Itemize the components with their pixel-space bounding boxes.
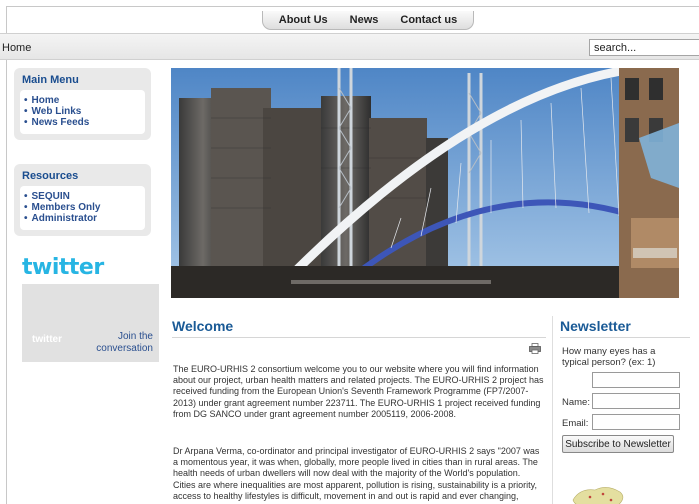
search-input[interactable] — [589, 39, 699, 56]
newsletter-divider — [560, 337, 690, 338]
email-label: Email: — [562, 418, 589, 429]
welcome-heading: Welcome — [172, 318, 234, 334]
resource-item-members-only[interactable]: Members Only — [24, 202, 141, 213]
name-label: Name: — [562, 397, 590, 408]
nav-contact-us[interactable]: Contact us — [389, 14, 468, 26]
sidebar-divider — [552, 316, 553, 504]
content-divider — [172, 337, 546, 338]
menu-item-home[interactable]: Home — [24, 95, 141, 106]
resource-item-administrator[interactable]: Administrator — [24, 213, 141, 224]
captcha-answer-input[interactable] — [592, 372, 680, 388]
print-icon[interactable] — [529, 343, 541, 354]
newsletter-captcha-question: How many eyes has a typical person? (ex:… — [562, 346, 656, 368]
europe-map-image — [572, 487, 624, 504]
main-menu-module: Main Menu Home Web Links News Feeds — [14, 68, 151, 140]
twitter-join-link[interactable]: Join the conversation — [91, 331, 153, 355]
newsletter-heading: Newsletter — [560, 318, 631, 334]
header-banner-image — [171, 68, 679, 298]
resource-item-sequin[interactable]: SEQUIN — [24, 191, 141, 202]
resources-module: Resources SEQUIN Members Only Administra… — [14, 164, 151, 236]
resources-box: SEQUIN Members Only Administrator — [20, 186, 145, 230]
twitter-small-logo: twitter — [32, 334, 62, 345]
resources-title: Resources — [22, 170, 79, 182]
name-field[interactable] — [592, 393, 680, 409]
subscribe-button[interactable]: Subscribe to Newsletter — [562, 435, 674, 453]
welcome-paragraph-1: The EURO-URHIS 2 consortium welcome you … — [173, 364, 544, 419]
twitter-widget: twitter Join the conversation — [22, 284, 159, 362]
nav-news[interactable]: News — [339, 14, 390, 26]
nav-about-us[interactable]: About Us — [268, 14, 339, 26]
main-menu-title: Main Menu — [22, 74, 79, 86]
breadcrumb[interactable]: Home — [2, 42, 31, 54]
top-navigation: About Us News Contact us — [262, 11, 474, 30]
twitter-logo[interactable]: twitter — [22, 255, 104, 280]
main-menu-box: Home Web Links News Feeds — [20, 90, 145, 134]
breadcrumb-bar: Home — [0, 33, 699, 60]
menu-item-web-links[interactable]: Web Links — [24, 106, 141, 117]
email-field[interactable] — [592, 414, 680, 430]
menu-item-news-feeds[interactable]: News Feeds — [24, 117, 141, 128]
welcome-paragraph-2: Dr Arpana Verma, co-ordinator and princi… — [173, 446, 540, 501]
